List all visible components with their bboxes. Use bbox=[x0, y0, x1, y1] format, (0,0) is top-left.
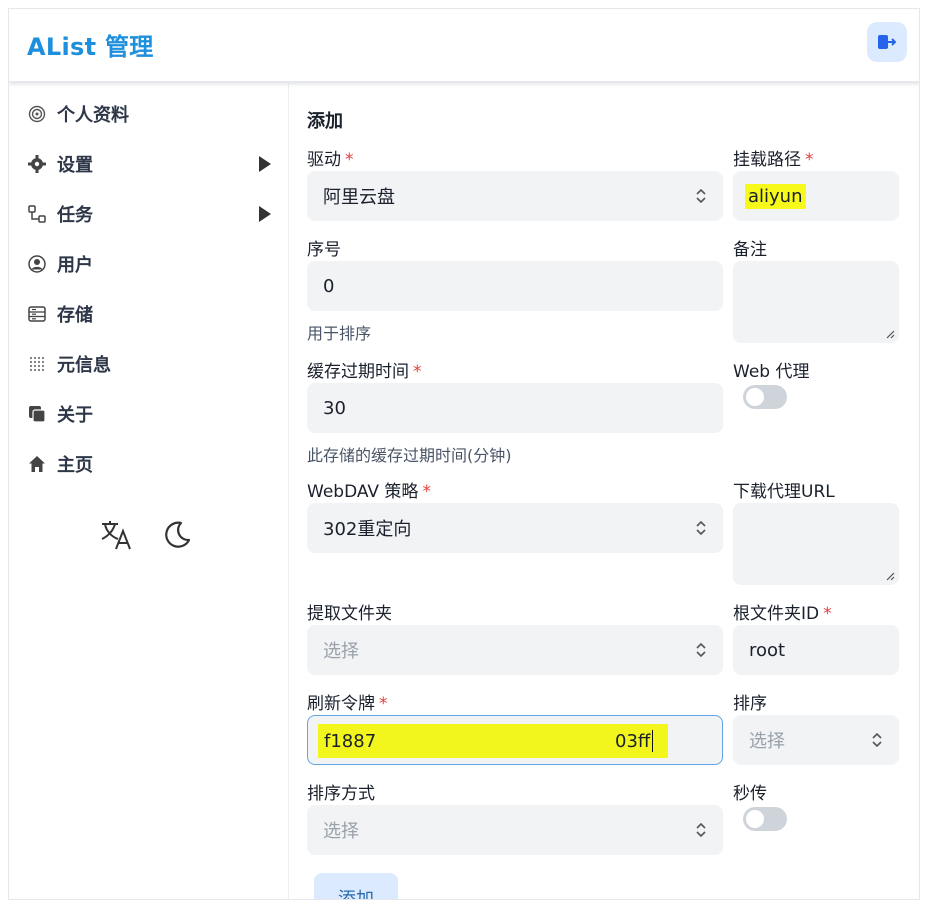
about-icon bbox=[27, 404, 47, 424]
web-proxy-label: Web 代理 bbox=[733, 362, 810, 382]
logout-button[interactable] bbox=[867, 22, 907, 62]
order-hint: 用于排序 bbox=[307, 324, 372, 343]
extract-folder-placeholder: 选择 bbox=[323, 641, 359, 662]
order-direction-select[interactable]: 选择 bbox=[307, 805, 723, 855]
sidebar: 个人资料 设置 任务 用户 存储 元信息 关于 主页 bbox=[9, 83, 289, 899]
refresh-token-end-wrap: 03ff bbox=[615, 724, 654, 758]
select-chevron-icon bbox=[696, 188, 706, 204]
fingerprint-icon bbox=[27, 104, 47, 124]
driver-value: 阿里云盘 bbox=[323, 187, 395, 208]
sidebar-item-label: 设置 bbox=[57, 155, 93, 176]
order-input[interactable]: 0 bbox=[307, 261, 723, 311]
web-proxy-toggle[interactable] bbox=[743, 385, 787, 409]
root-folder-id-label: 根文件夹ID * bbox=[733, 604, 832, 624]
storage-icon bbox=[27, 304, 47, 324]
sidebar-item-tasks[interactable]: 任务 bbox=[27, 196, 275, 232]
sidebar-item-label: 个人资料 bbox=[57, 105, 129, 126]
meta-icon bbox=[27, 354, 47, 374]
add-button[interactable]: 添加 bbox=[314, 873, 398, 899]
order-direction-label: 排序方式 bbox=[307, 784, 375, 804]
webdav-policy-value: 302重定向 bbox=[323, 519, 412, 540]
translate-icon[interactable] bbox=[99, 517, 135, 553]
download-proxy-url-label: 下载代理URL bbox=[733, 482, 835, 502]
sidebar-item-users[interactable]: 用户 bbox=[27, 246, 275, 282]
resize-handle-icon bbox=[886, 572, 895, 581]
moon-icon[interactable] bbox=[159, 517, 195, 553]
order-by-label: 排序 bbox=[733, 694, 767, 714]
cache-expiration-label: 缓存过期时间 * bbox=[307, 362, 422, 382]
sidebar-item-about[interactable]: 关于 bbox=[27, 396, 275, 432]
mount-path-input[interactable]: aliyun bbox=[733, 171, 899, 221]
sidebar-item-label: 用户 bbox=[57, 255, 93, 276]
order-by-placeholder: 选择 bbox=[749, 731, 785, 752]
gear-icon bbox=[27, 154, 47, 174]
mount-path-value: aliyun bbox=[745, 183, 806, 209]
home-icon bbox=[27, 454, 47, 474]
refresh-token-label: 刷新令牌 * bbox=[307, 694, 388, 714]
driver-label: 驱动 * bbox=[307, 150, 354, 170]
cache-expiration-input[interactable]: 30 bbox=[307, 383, 723, 433]
sidebar-item-label: 任务 bbox=[57, 205, 93, 226]
app-window: AList 管理 个人资料 设置 任务 用户 存储 元信息 关于 主页 添加 驱… bbox=[8, 8, 920, 900]
refresh-token-input[interactable]: f1887 03ff bbox=[307, 715, 723, 765]
sidebar-item-label: 元信息 bbox=[57, 355, 111, 376]
extract-folder-select[interactable]: 选择 bbox=[307, 625, 723, 675]
sidebar-item-profile[interactable]: 个人资料 bbox=[27, 96, 275, 132]
sidebar-item-storage[interactable]: 存储 bbox=[27, 296, 275, 332]
logout-icon bbox=[878, 35, 896, 49]
select-chevron-icon bbox=[696, 822, 706, 838]
webdav-policy-label: WebDAV 策略 * bbox=[307, 482, 431, 502]
select-chevron-icon bbox=[696, 642, 706, 658]
cache-expiration-value: 30 bbox=[323, 397, 346, 419]
refresh-token-value-end: 03ff bbox=[615, 730, 651, 752]
toggle-knob bbox=[746, 388, 764, 406]
select-chevron-icon bbox=[696, 520, 706, 536]
text-cursor bbox=[652, 730, 654, 752]
order-direction-placeholder: 选择 bbox=[323, 821, 359, 842]
sidebar-item-label: 主页 bbox=[57, 455, 93, 476]
add-storage-form: 添加 驱动 * 阿里云盘 挂载路径 * aliyun 序号 0 用于排序 备注 缓存… bbox=[290, 83, 919, 899]
mount-path-label: 挂载路径 * bbox=[733, 150, 814, 170]
user-circle-icon bbox=[27, 254, 47, 274]
order-value: 0 bbox=[323, 275, 335, 297]
order-label: 序号 bbox=[307, 240, 341, 260]
top-header: AList 管理 bbox=[9, 9, 919, 82]
order-by-select[interactable]: 选择 bbox=[733, 715, 899, 765]
sidebar-item-home[interactable]: 主页 bbox=[27, 446, 275, 482]
remark-textarea[interactable] bbox=[733, 261, 899, 343]
sidebar-item-label: 关于 bbox=[57, 405, 93, 426]
remark-label: 备注 bbox=[733, 240, 767, 260]
sidebar-item-label: 存储 bbox=[57, 305, 93, 326]
root-folder-id-value: root bbox=[749, 639, 786, 661]
extract-folder-label: 提取文件夹 bbox=[307, 604, 392, 624]
chevron-right-icon bbox=[259, 156, 271, 172]
download-proxy-url-textarea[interactable] bbox=[733, 503, 899, 585]
rapid-upload-label: 秒传 bbox=[733, 784, 767, 804]
webdav-policy-select[interactable]: 302重定向 bbox=[307, 503, 723, 553]
resize-handle-icon bbox=[886, 330, 895, 339]
toggle-knob bbox=[746, 810, 764, 828]
form-title: 添加 bbox=[307, 111, 343, 132]
sidebar-item-meta[interactable]: 元信息 bbox=[27, 346, 275, 382]
tasks-icon bbox=[27, 204, 47, 224]
driver-select[interactable]: 阿里云盘 bbox=[307, 171, 723, 221]
brand-title: AList 管理 bbox=[27, 33, 154, 61]
root-folder-id-input[interactable]: root bbox=[733, 625, 899, 675]
cache-expiration-hint: 此存储的缓存过期时间(分钟) bbox=[307, 446, 512, 465]
sidebar-item-settings[interactable]: 设置 bbox=[27, 146, 275, 182]
select-chevron-icon bbox=[872, 732, 882, 748]
refresh-token-value-start: f1887 bbox=[324, 730, 377, 752]
chevron-right-icon bbox=[259, 206, 271, 222]
rapid-upload-toggle[interactable] bbox=[743, 807, 787, 831]
